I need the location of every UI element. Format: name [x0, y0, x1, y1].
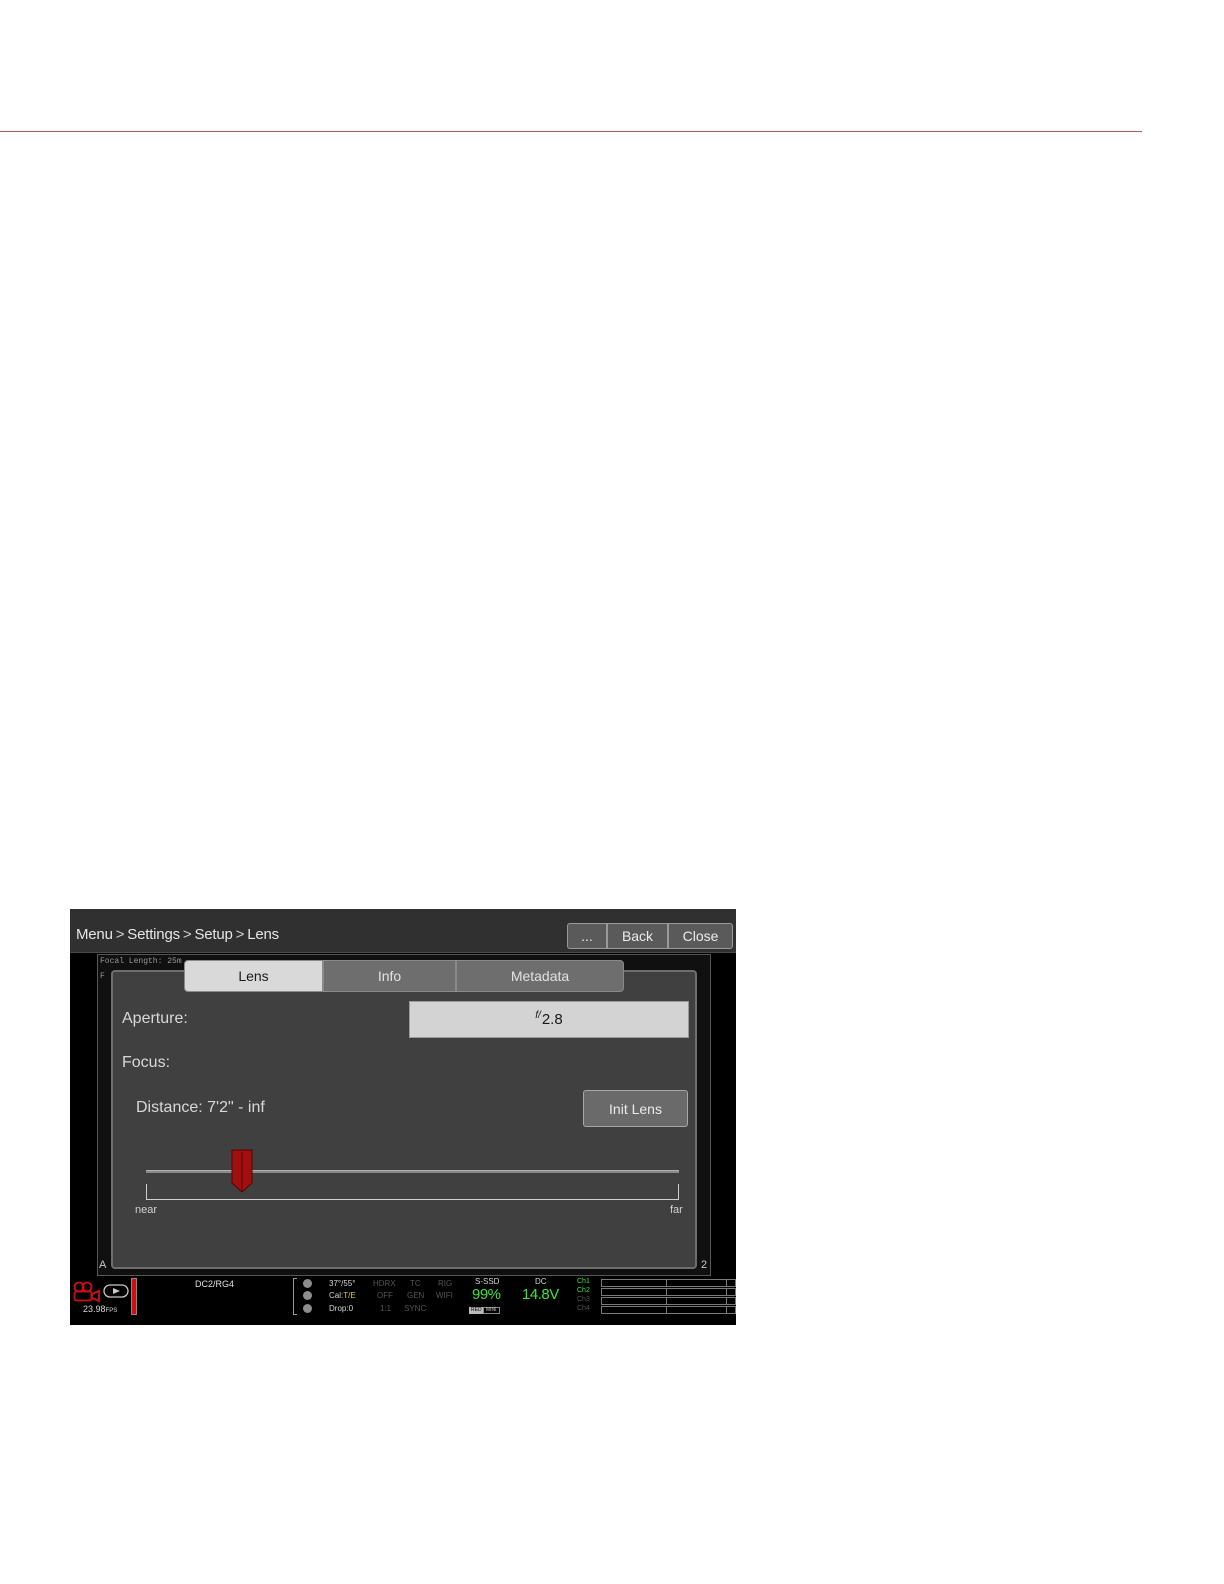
lens-dialog: Aperture: f/2.8 Focus: Distance: 7'2" - … — [111, 970, 697, 1269]
breadcrumb-separator: > — [115, 926, 125, 943]
record-camera-icon[interactable] — [73, 1281, 101, 1303]
timecode-label: TC — [410, 1279, 421, 1288]
slider-far-label: far — [670, 1204, 683, 1216]
aspect-ratio: 1:1 — [380, 1304, 392, 1313]
cal-prefix: Cal: — [329, 1291, 344, 1300]
tab-info[interactable]: Info — [323, 960, 456, 992]
temperature-readout: 37°/55° — [329, 1279, 356, 1288]
background-focal-length: Focal Length: 25m — [100, 957, 182, 966]
audio-meter-row — [601, 1297, 736, 1305]
background-corner-left: A — [99, 1259, 107, 1271]
calibration-readout: Cal:T/E — [329, 1291, 356, 1300]
playback-icon[interactable] — [103, 1284, 129, 1298]
record-status-bar — [131, 1278, 137, 1315]
tab-metadata[interactable]: Metadata — [456, 960, 624, 992]
page-header-rule — [0, 131, 1142, 132]
background-partial-label: F — [100, 972, 105, 981]
audio-channel-2: Ch2 — [577, 1287, 590, 1294]
aperture-value: 2.8 — [541, 1011, 563, 1028]
focus-slider-track[interactable] — [146, 1170, 679, 1173]
breadcrumb-lens: Lens — [247, 926, 279, 943]
tab-lens[interactable]: Lens — [184, 960, 323, 992]
slider-near-label: near — [135, 1204, 158, 1216]
status-bar: 23.98FPS DC2/RG4 37°/55° Cal:T/E Drop:0 … — [70, 1276, 736, 1325]
media-tag: RED — [469, 1307, 484, 1314]
distance-readout: Distance: 7'2" - inf — [136, 1099, 265, 1116]
more-button[interactable]: ... — [567, 923, 607, 949]
fstop-prefix: f/ — [535, 1010, 541, 1021]
audio-channel-4: Ch4 — [577, 1305, 590, 1312]
fps-unit: FPS — [105, 1308, 118, 1314]
breadcrumb-setup[interactable]: Setup — [194, 926, 232, 943]
wifi-label: WIFI — [436, 1291, 453, 1300]
drop-frame-readout: Drop:0 — [329, 1304, 354, 1313]
cal-value: T/E — [343, 1291, 356, 1300]
power-label: DC — [535, 1277, 547, 1286]
audio-meter-row — [601, 1288, 736, 1296]
focus-label: Focus: — [122, 1054, 171, 1071]
fps-readout: 23.98FPS — [83, 1304, 117, 1314]
power-voltage: 14.8V — [522, 1286, 559, 1303]
breadcrumb: Menu > Settings > Setup > Lens — [76, 926, 279, 943]
lens-tabs: Lens Info Metadata — [184, 960, 624, 992]
focus-range-bracket — [146, 1184, 679, 1200]
menu-topbar: Menu > Settings > Setup > Lens ... Back Close — [70, 909, 736, 953]
aperture-label: Aperture: — [122, 1010, 188, 1027]
codec-readout: DC2/RG4 — [195, 1279, 235, 1289]
init-lens-button[interactable]: Init Lens — [583, 1090, 688, 1127]
topbar-buttons: ... Back Close — [567, 923, 733, 949]
breadcrumb-separator: > — [235, 926, 245, 943]
media-label: S-SSD — [475, 1277, 500, 1286]
camera-screen: Menu > Settings > Setup > Lens ... Back Close … — [70, 909, 736, 1325]
hdrx-label: HDRX — [373, 1279, 396, 1288]
background-corner-right: 2 — [701, 1259, 708, 1271]
hdrx-value: OFF — [377, 1291, 393, 1300]
audio-channel-3: Ch3 — [577, 1296, 590, 1303]
breadcrumb-settings[interactable]: Settings — [127, 926, 180, 943]
audio-meter — [601, 1279, 736, 1315]
fps-value: 23.98 — [83, 1304, 106, 1314]
focus-slider-handle[interactable] — [231, 1149, 253, 1193]
media-percent: 99% — [472, 1286, 501, 1303]
sync-label: SYNC — [404, 1304, 427, 1313]
status-dot — [303, 1291, 312, 1300]
status-dot — [303, 1279, 312, 1288]
status-dot — [303, 1304, 312, 1313]
genlock-label: GEN — [407, 1291, 425, 1300]
breadcrumb-menu[interactable]: Menu — [76, 926, 113, 943]
breadcrumb-separator: > — [182, 926, 192, 943]
audio-meter-row — [601, 1279, 736, 1287]
rig-label: RIG — [438, 1279, 453, 1288]
media-tag-outline: MINI — [483, 1307, 500, 1314]
audio-channel-1: Ch1 — [577, 1278, 590, 1285]
back-button[interactable]: Back — [607, 923, 668, 949]
close-button[interactable]: Close — [668, 923, 733, 949]
aperture-field[interactable]: f/2.8 — [409, 1001, 689, 1038]
status-divider — [293, 1278, 297, 1315]
audio-meter-row — [601, 1306, 736, 1314]
